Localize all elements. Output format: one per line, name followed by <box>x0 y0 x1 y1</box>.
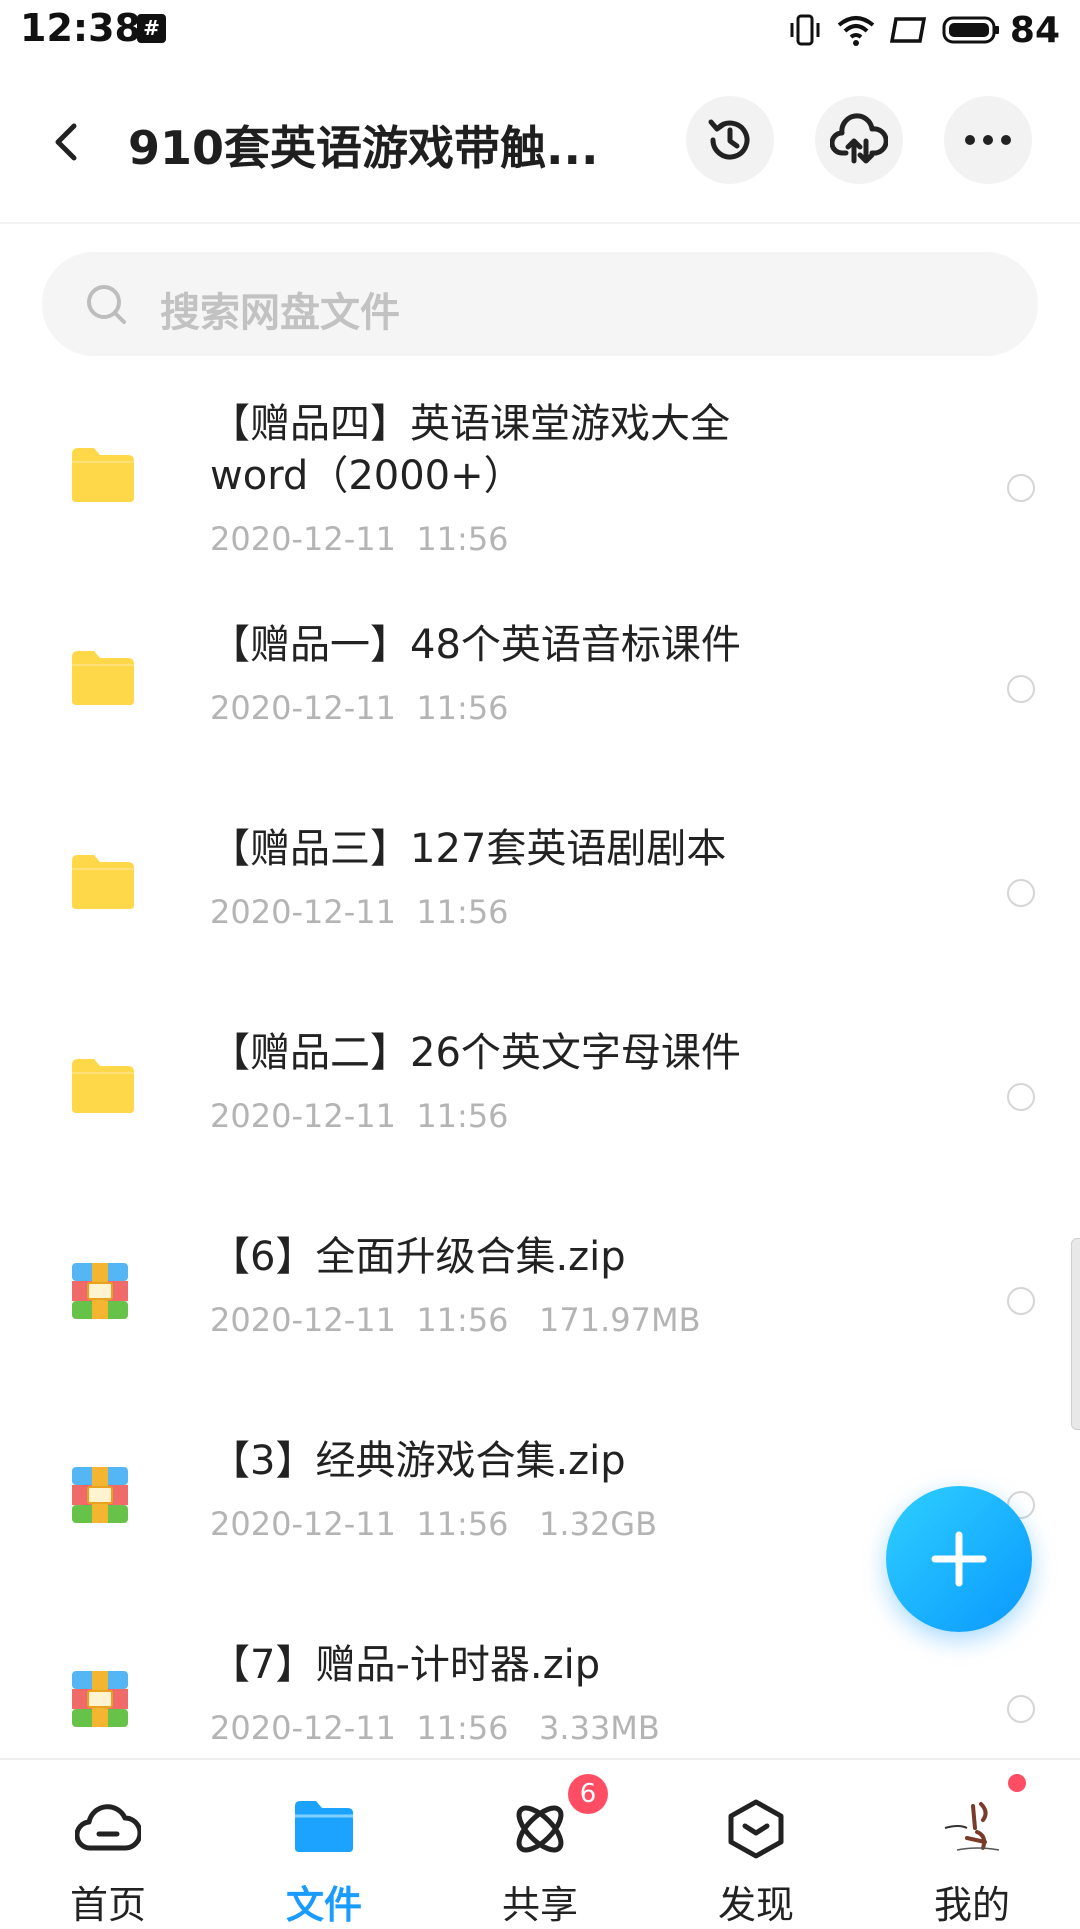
more-button[interactable] <box>944 96 1032 184</box>
plus-icon <box>931 1531 987 1587</box>
grid-notification-icon: # <box>137 14 166 43</box>
history-button[interactable] <box>686 96 774 184</box>
cloud-home-icon <box>75 1804 141 1851</box>
folder-icon <box>72 651 134 705</box>
scroll-handle[interactable] <box>1071 1238 1080 1430</box>
list-item[interactable]: 【赠品二】26个英文字母课件 2020-12-11 11:56 <box>0 993 1080 1197</box>
atom-share-icon <box>516 1805 564 1853</box>
list-item[interactable]: 【7】赠品-计时器.zip 2020-12-11 11:56 3.33MB <box>0 1605 1080 1758</box>
file-size: 3.33MB <box>539 1709 660 1747</box>
file-meta: 2020-12-11 11:56 171.97MB <box>210 1301 701 1339</box>
list-item[interactable]: 【赠品四】英语课堂游戏大全word（2000+） 2020-12-11 11:5… <box>0 380 1080 585</box>
file-date: 2020-12-11 11:56 <box>210 1301 509 1339</box>
select-radio[interactable] <box>1007 474 1035 502</box>
file-date: 2020-12-11 11:56 <box>210 520 509 558</box>
avatar <box>944 1802 1000 1851</box>
nav-files[interactable]: 文件 <box>216 1760 432 1927</box>
status-icons: 84 <box>788 8 1060 52</box>
cloud-transfer-button[interactable] <box>815 96 903 184</box>
file-date: 2020-12-11 11:56 <box>210 893 509 931</box>
add-button[interactable] <box>886 1486 1032 1632</box>
list-item[interactable]: 【6】全面升级合集.zip 2020-12-11 11:56 171.97MB <box>0 1197 1080 1401</box>
share-badge: 6 <box>568 1774 608 1814</box>
wifi-icon <box>837 16 875 46</box>
folder-icon <box>72 855 134 909</box>
select-radio[interactable] <box>1007 1083 1035 1111</box>
file-size: 171.97MB <box>539 1301 701 1339</box>
zip-icon <box>72 1263 128 1319</box>
header: 910套英语游戏带触... <box>0 62 1080 224</box>
file-name: 【赠品三】127套英语剧剧本 <box>210 826 727 872</box>
nav-home-label: 首页 <box>69 1883 146 1927</box>
vibrate-icon <box>790 14 820 46</box>
folder-icon <box>72 1059 134 1113</box>
search-icon <box>87 285 126 324</box>
file-date: 2020-12-11 11:56 <box>210 1097 509 1135</box>
back-icon[interactable] <box>40 114 96 170</box>
search-placeholder: 搜索网盘文件 <box>160 290 400 336</box>
discover-icon <box>728 1799 784 1859</box>
file-date: 2020-12-11 11:56 <box>210 689 509 727</box>
nav-files-label: 文件 <box>285 1883 362 1927</box>
notification-dot <box>1008 1774 1026 1792</box>
file-name: 【赠品一】48个英语音标课件 <box>210 622 741 668</box>
zip-icon <box>72 1671 128 1727</box>
status-bar: 12:38 # 84 <box>0 0 1080 62</box>
nav-discover-label: 发现 <box>717 1883 794 1927</box>
file-name: 【赠品四】英语课堂游戏大全word（2000+） <box>210 401 730 499</box>
file-meta: 2020-12-11 11:56 1.32GB <box>210 1505 657 1543</box>
battery-level: 84 <box>1009 9 1060 51</box>
folder-tab-icon <box>295 1801 353 1852</box>
file-meta: 2020-12-11 11:56 3.33MB <box>210 1709 660 1747</box>
battery-icon <box>942 16 999 44</box>
zip-icon <box>72 1467 128 1523</box>
file-name: 【赠品二】26个英文字母课件 <box>210 1030 741 1076</box>
file-date: 2020-12-11 11:56 <box>210 1505 509 1543</box>
select-radio[interactable] <box>1007 1695 1035 1723</box>
list-item[interactable]: 【赠品三】127套英语剧剧本 2020-12-11 11:56 <box>0 789 1080 993</box>
folder-icon <box>72 448 134 502</box>
nav-discover[interactable]: 发现 <box>648 1760 864 1927</box>
file-name: 【3】经典游戏合集.zip <box>210 1438 626 1484</box>
status-time: 12:38 <box>20 6 141 50</box>
file-name: 【6】全面升级合集.zip <box>210 1234 626 1280</box>
page-title: 910套英语游戏带触... <box>128 121 599 175</box>
search-input[interactable]: 搜索网盘文件 <box>42 252 1038 356</box>
file-name: 【7】赠品-计时器.zip <box>210 1642 601 1688</box>
select-radio[interactable] <box>1007 879 1035 907</box>
cloud-transfer-icon <box>830 113 888 164</box>
select-radio[interactable] <box>1007 675 1035 703</box>
nav-mine[interactable]: 我的 <box>864 1760 1080 1927</box>
nav-home[interactable]: 首页 <box>0 1760 216 1927</box>
file-size: 1.32GB <box>539 1505 658 1543</box>
history-icon <box>708 119 750 160</box>
nav-mine-label: 我的 <box>933 1883 1010 1927</box>
nav-share[interactable]: 共享 <box>432 1760 648 1927</box>
bottom-nav: 首页 文件 共享 发现 我的 6 <box>0 1758 1080 1927</box>
select-radio[interactable] <box>1007 1287 1035 1315</box>
list-item[interactable]: 【赠品一】48个英语音标课件 2020-12-11 11:56 <box>0 585 1080 789</box>
screen-icon <box>889 17 926 43</box>
nav-share-label: 共享 <box>501 1883 578 1927</box>
more-icon <box>965 135 1011 145</box>
file-date: 2020-12-11 11:56 <box>210 1709 509 1747</box>
